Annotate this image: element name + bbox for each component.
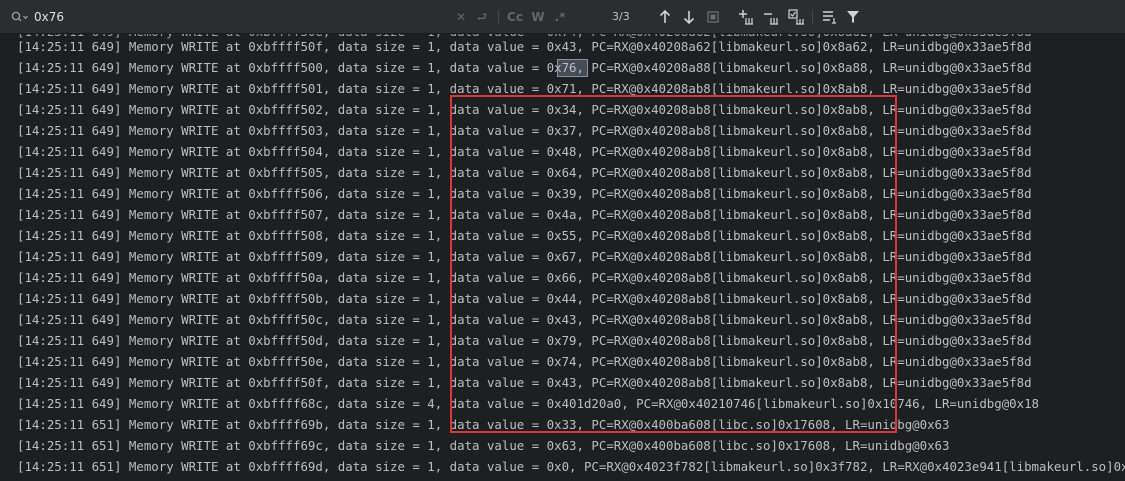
log-line: [14:25:11 649] Memory WRITE at 0xbffff50… [17,333,1032,348]
log-line: [14:25:11 649] Memory WRITE at 0xbffff50… [17,270,1032,285]
run-console-window: ✕ ⮐ Cc W .* 3/3 [0,0,1125,481]
whole-words-toggle[interactable]: W [531,8,545,26]
log-line: [14:25:11 649] Memory WRITE at 0xbffff50… [17,123,1032,138]
log-line: [14:25:11 649] Memory WRITE at 0xbffff50… [17,228,1032,243]
log-line: [14:25:11 649] Memory WRITE at 0xbffff50… [17,165,1032,180]
log-line: [14:25:11 649] Memory WRITE at 0xbffff50… [17,207,1032,222]
match-count: 3/3 [612,10,630,23]
log-line: [14:25:11 649] Memory WRITE at 0xbffff50… [17,291,1032,306]
next-occurrence-icon[interactable] [682,9,696,25]
add-occurrence-icon[interactable] [738,9,756,25]
new-line-icon[interactable]: ⮐ [475,8,489,26]
log-line: [14:25:11 649] Memory WRITE at 0xbffff50… [17,60,1032,75]
search-history-icon[interactable] [11,11,29,23]
log-line: [14:25:11 651] Memory WRITE at 0xbffff69… [17,459,1125,474]
find-toolbar: ✕ ⮐ Cc W .* 3/3 [0,0,1125,34]
regex-toggle[interactable]: .* [553,8,567,26]
exclude-occurrence-icon[interactable] [788,9,806,25]
log-line: [14:25:11 649] Memory WRITE at 0xbffff50… [17,312,1032,327]
remove-occurrence-icon[interactable] [763,9,781,25]
filter-search-results-icon[interactable] [822,9,838,25]
log-line: [14:25:11 649] Memory WRITE at 0xbffff50… [17,102,1032,117]
log-line: [14:25:11 649] Memory WRITE at 0xbffff50… [17,39,1032,54]
toolbar-divider [812,10,813,24]
log-line: [14:25:11 651] Memory WRITE at 0xbffff69… [17,438,950,453]
toolbar-divider [498,10,499,24]
previous-occurrence-icon[interactable] [658,9,672,25]
console-output[interactable]: [14:25:11 649] Memory WRITE at 0xbffff50… [0,34,1125,481]
search-input[interactable] [34,9,434,25]
clear-search-icon[interactable]: ✕ [455,8,467,26]
log-line: [14:25:11 649] Memory WRITE at 0xbffff50… [17,354,1032,369]
funnel-filter-icon[interactable] [846,9,860,25]
log-line: [14:25:11 651] Memory WRITE at 0xbffff69… [17,417,950,432]
log-line: [14:25:11 649] Memory WRITE at 0xbffff50… [17,144,1032,159]
log-line: [14:25:11 649] Memory WRITE at 0xbffff50… [17,81,1032,96]
log-line: [14:25:11 649] Memory WRITE at 0xbffff50… [17,375,1032,390]
select-all-occurrences-icon[interactable] [706,9,720,25]
log-line: [14:25:11 649] Memory WRITE at 0xbffff68… [17,396,1039,411]
log-line: [14:25:11 649] Memory WRITE at 0xbffff50… [17,186,1032,201]
log-line: [14:25:11 649] Memory WRITE at 0xbffff50… [17,249,1032,264]
match-case-toggle[interactable]: Cc [506,8,524,26]
